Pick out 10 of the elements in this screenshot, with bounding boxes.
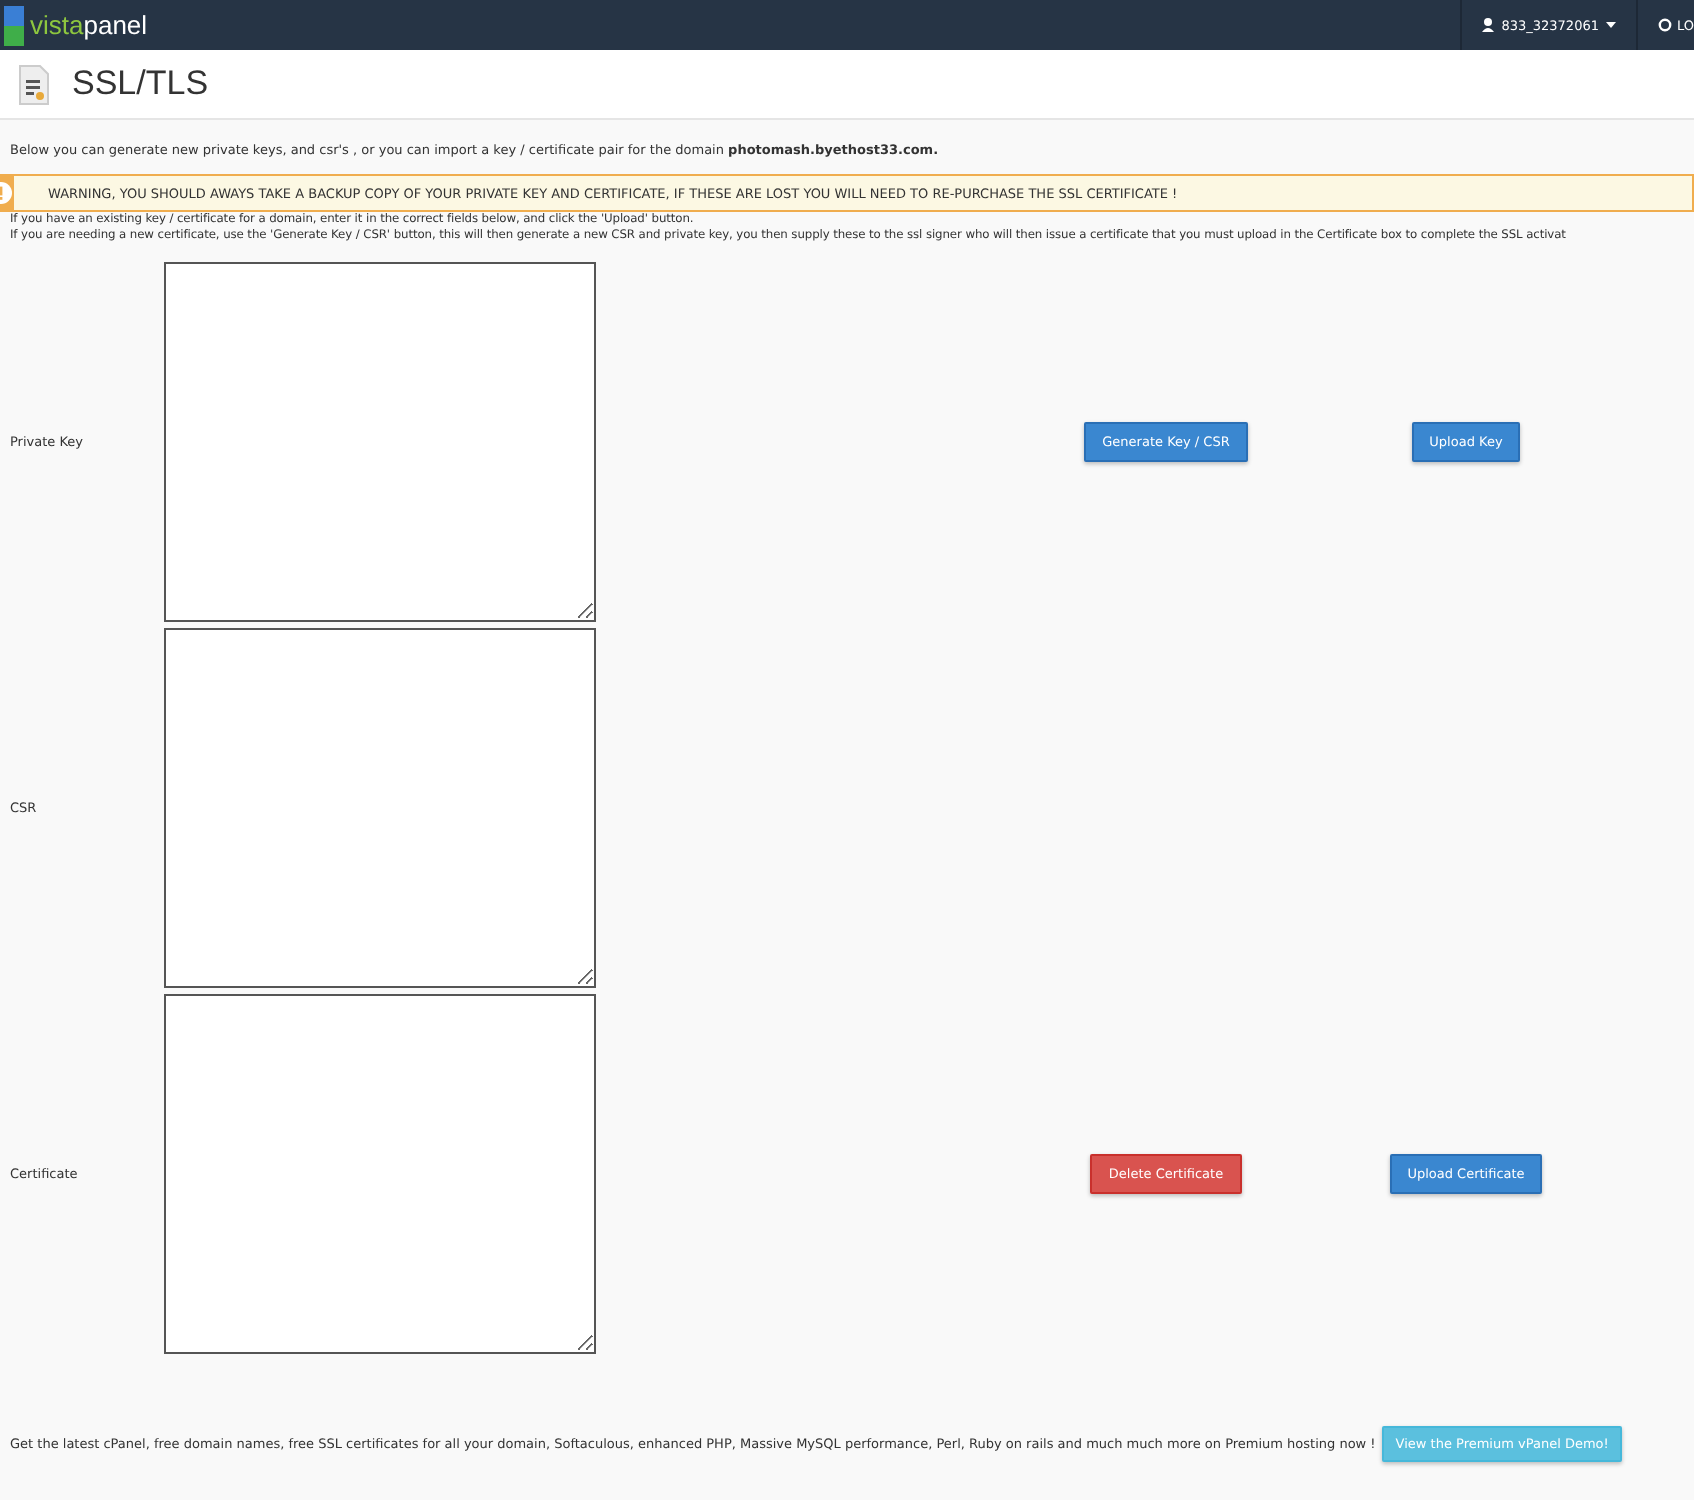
certificate-icon [16, 62, 52, 106]
power-icon [1658, 18, 1673, 32]
text-area[interactable] [164, 994, 596, 1354]
user-icon [1481, 18, 1494, 32]
page-title: SSL/TLS [72, 64, 209, 104]
logo-icon [4, 5, 24, 45]
text-area[interactable] [164, 628, 596, 988]
text-area[interactable] [164, 262, 596, 622]
caret-icon [1606, 22, 1617, 28]
logo[interactable]: vistapanel [30, 10, 148, 40]
